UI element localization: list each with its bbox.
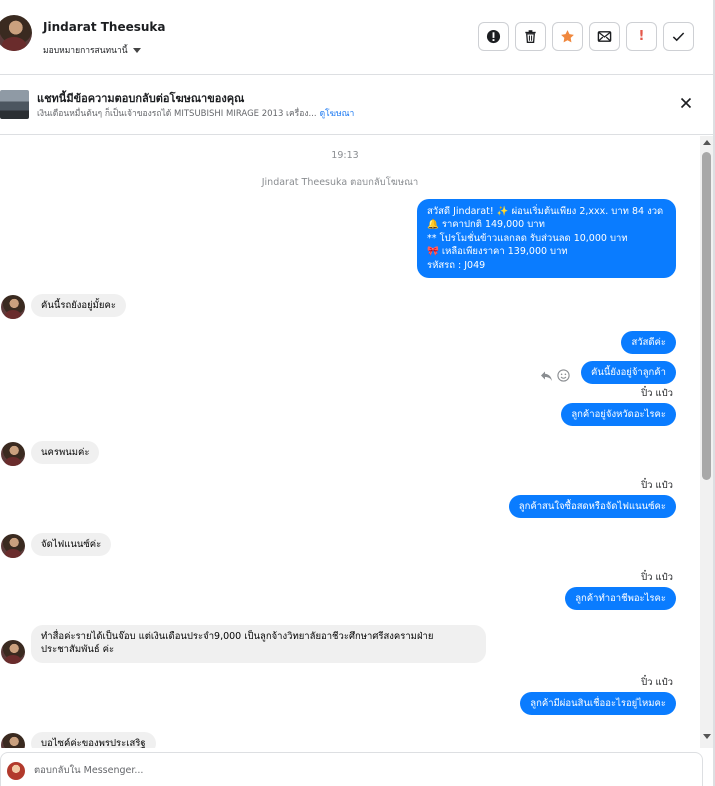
close-ad-banner-button[interactable]	[676, 93, 696, 113]
react-emoji-icon[interactable]	[557, 369, 570, 382]
assign-label: มอบหมายการสนทนานี้	[43, 46, 128, 56]
reply-icon[interactable]	[540, 370, 553, 382]
conversation-actions: !	[478, 22, 694, 51]
contact-avatar-small[interactable]	[1, 295, 25, 319]
close-icon	[680, 97, 692, 109]
sender-name: ปิ๋ว แป๋ว	[641, 388, 673, 399]
contact-name[interactable]: Jindarat Theesuka	[43, 20, 166, 34]
timestamp: 19:13	[331, 150, 359, 161]
ad-reply-banner: แชทนี้มีข้อความตอบกลับต่อโฆษณาของคุณ เงิ…	[0, 75, 715, 135]
incoming-message[interactable]: บอไซค์ค่ะของพรประเสริฐ	[31, 732, 156, 748]
system-message: Jindarat Theesuka ตอบกลับโฆษณา	[261, 177, 419, 188]
view-ad-link[interactable]: ดูโฆษณา	[320, 109, 355, 119]
done-check-icon	[672, 32, 685, 42]
mark-unread-icon	[597, 31, 612, 42]
star-icon	[561, 30, 574, 43]
outgoing-message[interactable]: คันนี้ยังอยู่จ้าลูกค้า	[581, 361, 676, 385]
outgoing-message[interactable]: ลูกค้าทำอาชีพอะไรคะ	[565, 587, 676, 611]
ad-text: เงินเดือนหมื่นต้นๆ ก็เป็นเจ้าของรถได้ MI…	[37, 109, 317, 119]
chevron-down-icon	[132, 47, 141, 53]
outgoing-message[interactable]: ลูกค้ามีผ่อนสินเชื่ออะไรอยู่ไหมคะ	[520, 692, 676, 716]
report-icon	[486, 29, 501, 44]
mark-unread-button[interactable]	[589, 22, 620, 51]
assign-conversation-dropdown[interactable]: มอบหมายการสนทนานี้	[43, 43, 141, 57]
scroll-up-icon[interactable]	[703, 140, 711, 145]
incoming-message[interactable]: ทำสื่อค่ะรายได้เป็นจ๊อบ แต่เงินเดือนประจ…	[31, 625, 486, 663]
sender-name: ปิ๋ว แป๋ว	[641, 677, 673, 688]
ad-reply-line: 🎀 เหลือเพียงราคา 139,000 บาท	[427, 246, 568, 258]
message-hover-tools	[540, 369, 570, 382]
contact-avatar[interactable]	[0, 15, 32, 51]
contact-avatar-small[interactable]	[1, 534, 25, 558]
incoming-message[interactable]: นครพนมค่ะ	[31, 441, 100, 465]
page-avatar	[7, 762, 25, 780]
spam-icon: !	[638, 29, 645, 44]
delete-button[interactable]	[515, 22, 546, 51]
ad-banner-title: แชทนี้มีข้อความตอบกลับต่อโฆษณาของคุณ	[37, 92, 245, 105]
spam-button[interactable]: !	[626, 22, 657, 51]
ad-reply-line: รหัสรถ : J049	[427, 259, 486, 271]
ad-banner-subtitle: เงินเดือนหมื่นต้นๆ ก็เป็นเจ้าของรถได้ MI…	[37, 106, 354, 120]
incoming-message[interactable]: จัดไฟแนนซ์ค่ะ	[31, 533, 112, 557]
reply-input[interactable]	[34, 759, 684, 781]
mark-done-button[interactable]	[663, 22, 694, 51]
trash-icon	[525, 30, 536, 43]
scrollbar-thumb[interactable]	[702, 152, 711, 480]
outgoing-message[interactable]: สวัสดีค่ะ	[621, 331, 676, 355]
ad-reply-line: สวัสดี Jindarat! ✨ ผ่อนเริ่มต้นเพียง 2,x…	[427, 206, 664, 217]
ad-reply-line: 🔔 ราคาปกติ 149,000 บาท	[427, 219, 545, 231]
sender-name: ปิ๋ว แป๋ว	[641, 572, 673, 583]
scroll-down-icon[interactable]	[703, 734, 711, 739]
contact-avatar-small[interactable]	[1, 442, 25, 466]
contact-avatar-small[interactable]	[1, 640, 25, 664]
ad-reply-line: ** โปรโมชั่นข้าวแลกลด รับส่วนลด 10,000 บ…	[427, 232, 628, 244]
outgoing-message[interactable]: ลูกค้าสนใจซื้อสดหรือจัดไฟแนนซ์คะ	[508, 495, 676, 519]
contact-avatar-small[interactable]	[1, 733, 25, 748]
conversation-header: Jindarat Theesuka มอบหมายการสนทนานี้ !	[0, 0, 715, 75]
star-button[interactable]	[552, 22, 583, 51]
report-button[interactable]	[478, 22, 509, 51]
incoming-message[interactable]: คันนี้รถยังอยู่มั้ยคะ	[31, 294, 126, 318]
ad-auto-reply-bubble[interactable]: สวัสดี Jindarat! ✨ ผ่อนเริ่มต้นเพียง 2,x…	[417, 199, 676, 279]
sender-name: ปิ๋ว แป๋ว	[641, 480, 673, 491]
message-composer	[0, 752, 703, 786]
message-thread[interactable]: 19:13 Jindarat Theesuka ตอบกลับโฆษณา สวั…	[0, 136, 700, 748]
ad-thumbnail[interactable]	[0, 90, 29, 119]
outgoing-message[interactable]: ลูกค้าอยู่จังหวัดอะไรคะ	[561, 403, 676, 427]
